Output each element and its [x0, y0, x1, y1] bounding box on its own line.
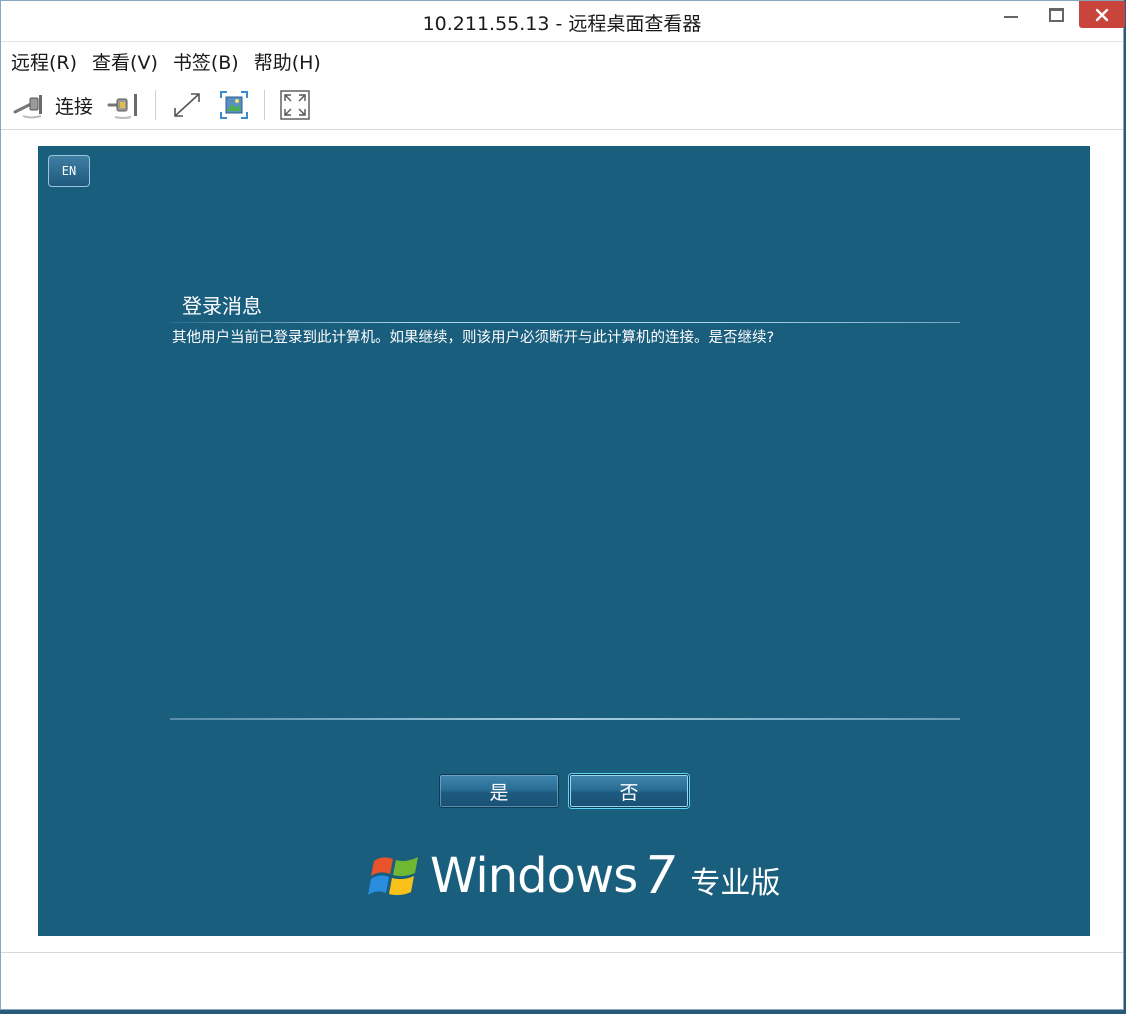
dialog-divider-top — [170, 322, 960, 323]
title-bar[interactable]: 10.211.55.13 - 远程桌面查看器 — [1, 1, 1125, 42]
dialog-title: 登录消息 — [182, 294, 262, 318]
maximize-icon — [1048, 8, 1064, 22]
disconnect-button[interactable] — [107, 90, 141, 120]
dialog-message: 其他用户当前已登录到此计算机。如果继续，则该用户必须断开与此计算机的连接。是否继… — [172, 330, 775, 346]
windows-flag-icon — [368, 857, 418, 896]
close-icon — [1095, 8, 1109, 21]
connect-label: 连接 — [55, 95, 94, 118]
disconnect-plug-icon — [107, 94, 138, 119]
menu-view[interactable]: 查看(V) — [92, 48, 158, 75]
close-button[interactable] — [1079, 1, 1125, 28]
toolbar-separator — [155, 90, 157, 120]
language-button[interactable]: EN — [48, 155, 90, 187]
minimize-icon — [1004, 16, 1018, 18]
status-bar-divider — [1, 952, 1123, 953]
resize-button[interactable] — [170, 89, 204, 121]
connect-button[interactable]: 连接 — [13, 90, 93, 120]
yes-button[interactable]: 是 — [439, 774, 559, 808]
window-title: 10.211.55.13 - 远程桌面查看器 — [422, 13, 702, 35]
fullscreen-button[interactable] — [279, 89, 311, 121]
menu-remote[interactable]: 远程(R) — [11, 48, 77, 75]
no-button[interactable]: 否 — [569, 774, 689, 808]
brand-wordmark: Windows — [430, 848, 638, 904]
remote-desktop-screen[interactable]: EN 登录消息 其他用户当前已登录到此计算机。如果继续，则该用户必须断开与此计算… — [38, 146, 1090, 936]
brand-version: 7 — [639, 846, 681, 906]
screenshot-button[interactable] — [218, 89, 250, 121]
dialog-divider-bottom — [170, 718, 960, 720]
menu-bookmarks[interactable]: 书签(B) — [173, 48, 239, 75]
brand-edition: 专业版 — [690, 866, 781, 901]
remote-desktop-viewer-window: 10.211.55.13 - 远程桌面查看器 远程(R) 查看(V) 书签(B)… — [0, 0, 1125, 1010]
screenshot-icon — [220, 91, 249, 119]
toolbar-separator — [264, 90, 266, 120]
resize-icon — [174, 93, 200, 117]
maximize-button[interactable] — [1037, 1, 1075, 29]
minimize-button[interactable] — [991, 1, 1031, 29]
fullscreen-icon — [280, 90, 310, 120]
windows-7-logo: Windows 7 专业版 — [368, 846, 780, 906]
menu-bar: 远程(R) 查看(V) 书签(B) 帮助(H) — [1, 45, 1123, 77]
toolbar-divider — [1, 129, 1123, 130]
toolbar: 连接 — [1, 85, 1123, 125]
connect-plug-icon — [13, 95, 42, 119]
menu-help[interactable]: 帮助(H) — [254, 48, 321, 75]
